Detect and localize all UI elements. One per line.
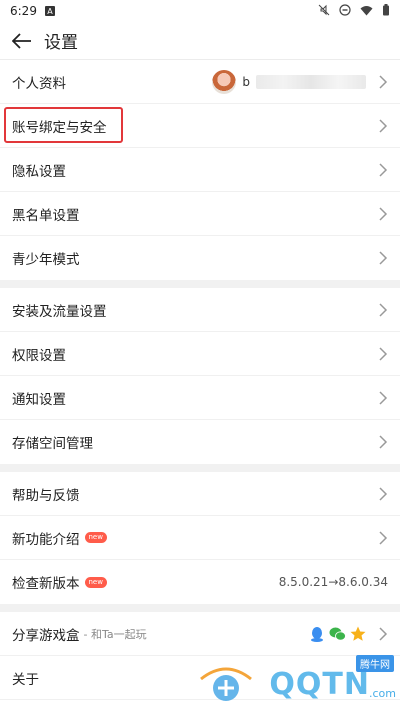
chevron-right-icon <box>379 206 388 221</box>
title-bar: 设置 <box>0 22 400 60</box>
install-label: 安装及流量设置 <box>12 303 107 320</box>
mute-icon <box>318 4 330 16</box>
status-icons <box>318 4 390 16</box>
share-row[interactable]: 分享游戏盒 - 和Ta一起玩 <box>0 612 400 656</box>
avatar <box>212 69 237 94</box>
share-section: 分享游戏盒 - 和Ta一起玩 关于 <box>0 612 400 720</box>
blacklist-label: 黑名单设置 <box>12 207 80 224</box>
back-button[interactable] <box>0 22 44 59</box>
chevron-right-icon <box>379 346 388 361</box>
wifi-icon <box>360 5 373 15</box>
permission-row[interactable]: 权限设置 <box>0 332 400 376</box>
back-arrow-icon <box>12 32 31 49</box>
chevron-right-icon <box>379 390 388 405</box>
partial-row[interactable] <box>0 700 400 720</box>
share-subtitle: - 和Ta一起玩 <box>83 627 147 641</box>
teen-label: 青少年模式 <box>12 252 80 268</box>
dnd-icon <box>339 4 351 16</box>
version-text: 8.5.0.21→8.6.0.34 <box>278 575 388 589</box>
status-time: 6:29 <box>10 4 37 18</box>
chevron-right-icon <box>379 118 388 133</box>
blacklist-row[interactable]: 黑名单设置 <box>0 192 400 236</box>
notification-row[interactable]: 通知设置 <box>0 376 400 420</box>
highlight-box <box>4 107 123 143</box>
account-section: 个人资料 b 账号绑定与安全 隐私设置 黑名单设置 青少年模式 <box>0 60 400 280</box>
update-label: 检查新版本 <box>12 576 80 592</box>
storage-label: 存储空间管理 <box>12 436 93 452</box>
new-badge: new <box>84 532 107 543</box>
chevron-right-icon <box>379 162 388 177</box>
battery-icon <box>383 4 389 16</box>
a-notification-icon: A <box>44 6 55 16</box>
features-label: 新功能介绍 <box>12 531 80 548</box>
system-section: 安装及流量设置 权限设置 通知设置 存储空间管理 <box>0 288 400 464</box>
privacy-label: 隐私设置 <box>12 163 66 180</box>
chevron-right-icon <box>379 626 388 641</box>
about-row[interactable]: 关于 <box>0 656 400 700</box>
chevron-right-icon <box>379 486 388 501</box>
help-row[interactable]: 帮助与反馈 <box>0 472 400 516</box>
profile-row[interactable]: 个人资料 b <box>0 60 400 104</box>
binding-row[interactable]: 账号绑定与安全 <box>0 104 400 148</box>
teen-mode-row[interactable]: 青少年模式 <box>0 236 400 280</box>
new-badge: new <box>84 576 107 588</box>
chevron-right-icon <box>379 74 388 89</box>
permission-label: 权限设置 <box>12 347 66 364</box>
page-title: 设置 <box>44 33 78 53</box>
status-bar: 6:29 A <box>0 0 400 22</box>
chevron-right-icon <box>379 530 388 545</box>
privacy-row[interactable]: 隐私设置 <box>0 148 400 192</box>
chevron-right-icon <box>379 251 388 265</box>
about-label: 关于 <box>12 671 39 688</box>
chevron-right-icon <box>379 302 388 317</box>
help-label: 帮助与反馈 <box>12 487 80 504</box>
share-label: 分享游戏盒 <box>12 627 80 644</box>
wechat-icon <box>329 627 346 641</box>
blurred-username <box>256 74 366 89</box>
install-row[interactable]: 安装及流量设置 <box>0 288 400 332</box>
storage-row[interactable]: 存储空间管理 <box>0 420 400 464</box>
qzone-icon <box>350 626 366 641</box>
chevron-right-icon <box>379 435 388 449</box>
qq-icon <box>311 626 323 642</box>
notification-label: 通知设置 <box>12 391 66 408</box>
features-row[interactable]: 新功能介绍 new <box>0 516 400 560</box>
profile-name: b <box>242 74 250 89</box>
profile-label: 个人资料 <box>12 75 66 92</box>
update-row[interactable]: 检查新版本 new 8.5.0.21→8.6.0.34 <box>0 560 400 604</box>
about-section: 帮助与反馈 新功能介绍 new 检查新版本 new 8.5.0.21→8.6.0… <box>0 472 400 604</box>
